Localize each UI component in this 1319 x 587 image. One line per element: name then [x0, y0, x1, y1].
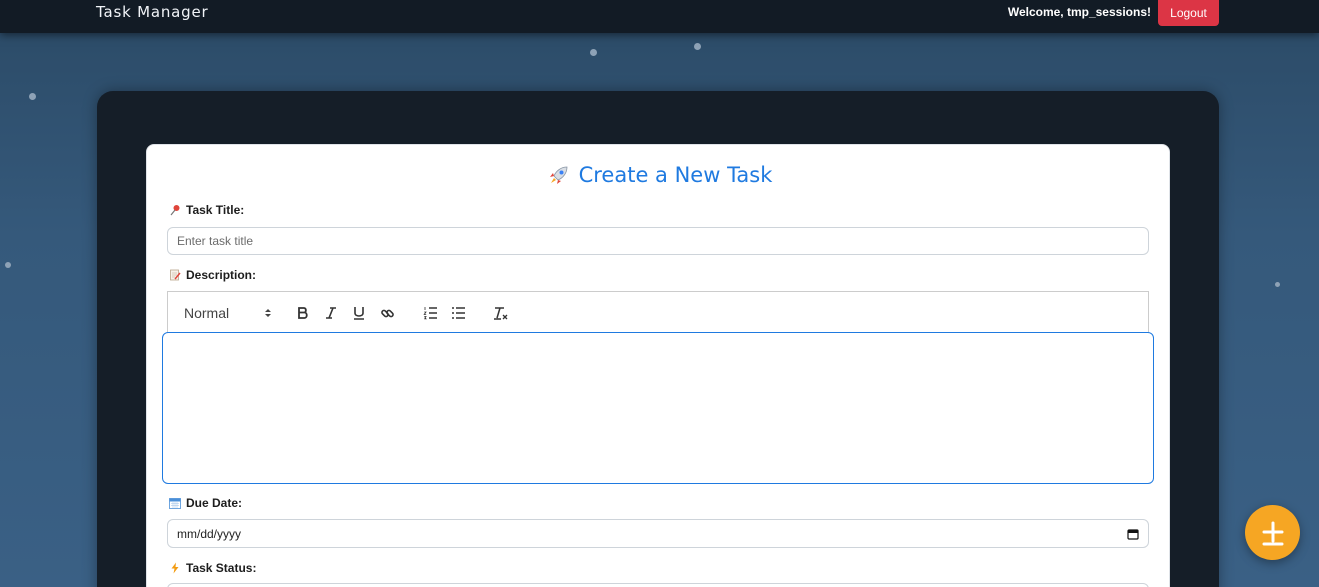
- brand-title[interactable]: Task Manager: [96, 3, 209, 21]
- background-dot: [5, 262, 11, 268]
- rocket-icon: [549, 166, 567, 184]
- format-select[interactable]: Normal: [184, 303, 272, 323]
- description-editor[interactable]: [162, 332, 1154, 484]
- description-label: Description:: [169, 268, 256, 282]
- bullet-list-button[interactable]: [448, 303, 468, 323]
- form-title: Create a New Task: [578, 163, 773, 187]
- welcome-message: Welcome, tmp_sessions!: [1007, 5, 1151, 19]
- updown-caret-icon: [265, 309, 271, 317]
- logout-button[interactable]: Logout: [1158, 0, 1219, 26]
- task-title-label: Task Title:: [169, 203, 244, 217]
- calendar-icon: [169, 498, 181, 509]
- background-dot: [590, 49, 597, 56]
- due-date-label-text: Due Date:: [186, 496, 243, 510]
- task-status-label: Task Status:: [169, 561, 256, 575]
- bold-icon: [298, 307, 308, 319]
- link-button[interactable]: [377, 303, 397, 323]
- link-icon: [380, 309, 394, 317]
- add-task-fab[interactable]: [1245, 505, 1300, 560]
- form-heading: Create a New Task: [0, 163, 1319, 187]
- underline-icon: [354, 307, 364, 320]
- format-select-value: Normal: [184, 305, 230, 321]
- background-dot: [1275, 282, 1280, 287]
- memo-icon: [170, 269, 181, 281]
- underline-button[interactable]: [349, 303, 369, 323]
- background-dot: [694, 43, 701, 50]
- task-title-input[interactable]: [167, 227, 1149, 255]
- background-dot: [29, 93, 36, 100]
- calendar-picker-icon[interactable]: [1127, 528, 1139, 540]
- top-navbar: Task Manager Welcome, tmp_sessions! Logo…: [0, 0, 1319, 33]
- bullet-list-icon: [451, 307, 465, 319]
- italic-icon: [326, 307, 336, 319]
- italic-button[interactable]: [321, 303, 341, 323]
- clear-format-button[interactable]: [491, 303, 511, 323]
- task-status-select[interactable]: [167, 583, 1149, 587]
- pushpin-icon: [170, 205, 180, 216]
- ordered-list-icon: [422, 307, 437, 320]
- due-date-label: Due Date:: [169, 496, 242, 510]
- plus-icon: [1262, 521, 1283, 545]
- bold-button[interactable]: [293, 303, 313, 323]
- ordered-list-button[interactable]: [420, 303, 440, 323]
- editor-toolbar: Normal: [167, 291, 1149, 333]
- due-date-input[interactable]: mm/dd/yyyy: [167, 519, 1149, 548]
- lightning-icon: [171, 562, 179, 574]
- task-title-label-text: Task Title:: [186, 203, 245, 217]
- task-status-label-text: Task Status:: [186, 561, 257, 575]
- due-date-value: mm/dd/yyyy: [177, 526, 242, 541]
- clear-format-icon: [494, 306, 508, 320]
- description-label-text: Description:: [186, 268, 257, 282]
